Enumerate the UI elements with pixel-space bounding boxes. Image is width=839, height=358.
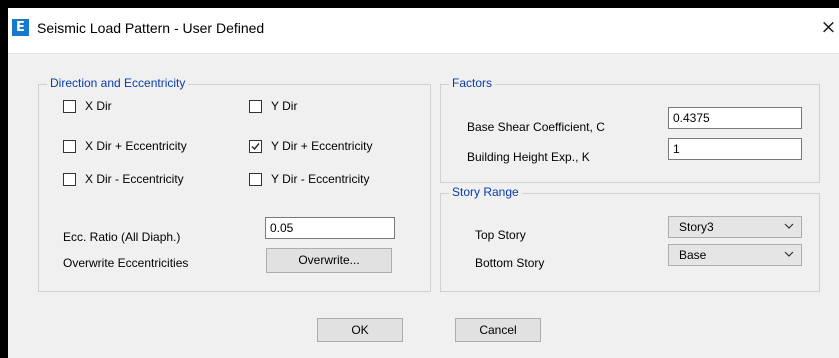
ecc-ratio-input[interactable]: 0.05 <box>265 217 395 239</box>
x-dir-label: X Dir <box>85 99 112 113</box>
bottom-story-label: Bottom Story <box>475 256 545 270</box>
story-range-group: Story Range <box>440 185 820 292</box>
y-dir-label: Y Dir <box>271 99 298 113</box>
checkmark-icon <box>251 143 260 151</box>
y-dir-minus-ecc-checkbox[interactable] <box>249 173 262 186</box>
y-dir-plus-ecc-checkbox[interactable] <box>249 140 262 153</box>
window-title: Seismic Load Pattern - User Defined <box>37 20 265 36</box>
chevron-down-icon <box>784 251 794 257</box>
y-dir-plus-ecc-label: Y Dir + Eccentricity <box>271 139 373 153</box>
x-dir-minus-ecc-label: X Dir - Eccentricity <box>85 172 184 186</box>
x-dir-minus-ecc-checkbox[interactable] <box>63 173 76 186</box>
overwrite-eccentricities-label: Overwrite Eccentricities <box>63 256 189 270</box>
x-dir-plus-ecc-label: X Dir + Eccentricity <box>85 139 187 153</box>
cancel-button[interactable]: Cancel <box>455 318 541 342</box>
ok-button[interactable]: OK <box>317 318 403 342</box>
title-bar: E Seismic Load Pattern - User Defined × <box>8 8 839 54</box>
top-story-select[interactable]: Story3 <box>668 216 802 238</box>
ecc-ratio-label: Ecc. Ratio (All Diaph.) <box>63 230 181 244</box>
bottom-story-select[interactable]: Base <box>668 244 802 266</box>
top-story-label: Top Story <box>475 228 526 242</box>
story-range-legend: Story Range <box>449 185 522 199</box>
y-dir-checkbox[interactable] <box>249 100 262 113</box>
y-dir-minus-ecc-label: Y Dir - Eccentricity <box>271 172 370 186</box>
x-dir-checkbox[interactable] <box>63 100 76 113</box>
base-shear-coefficient-input[interactable]: 0.4375 <box>668 107 802 129</box>
building-height-exp-input[interactable]: 1 <box>668 138 802 160</box>
building-height-exp-label: Building Height Exp., K <box>467 150 590 164</box>
top-story-value: Story3 <box>679 220 714 234</box>
direction-eccentricity-legend: Direction and Eccentricity <box>47 76 189 90</box>
chevron-down-icon <box>784 223 794 229</box>
bottom-story-value: Base <box>679 248 707 262</box>
overwrite-button[interactable]: Overwrite... <box>266 248 392 273</box>
base-shear-coefficient-label: Base Shear Coefficient, C <box>467 120 605 134</box>
close-button[interactable]: × <box>818 13 839 41</box>
etabs-app-icon: E <box>12 19 29 36</box>
seismic-load-pattern-dialog: E Seismic Load Pattern - User Defined × … <box>8 8 839 358</box>
x-dir-plus-ecc-checkbox[interactable] <box>63 140 76 153</box>
factors-legend: Factors <box>449 76 496 90</box>
